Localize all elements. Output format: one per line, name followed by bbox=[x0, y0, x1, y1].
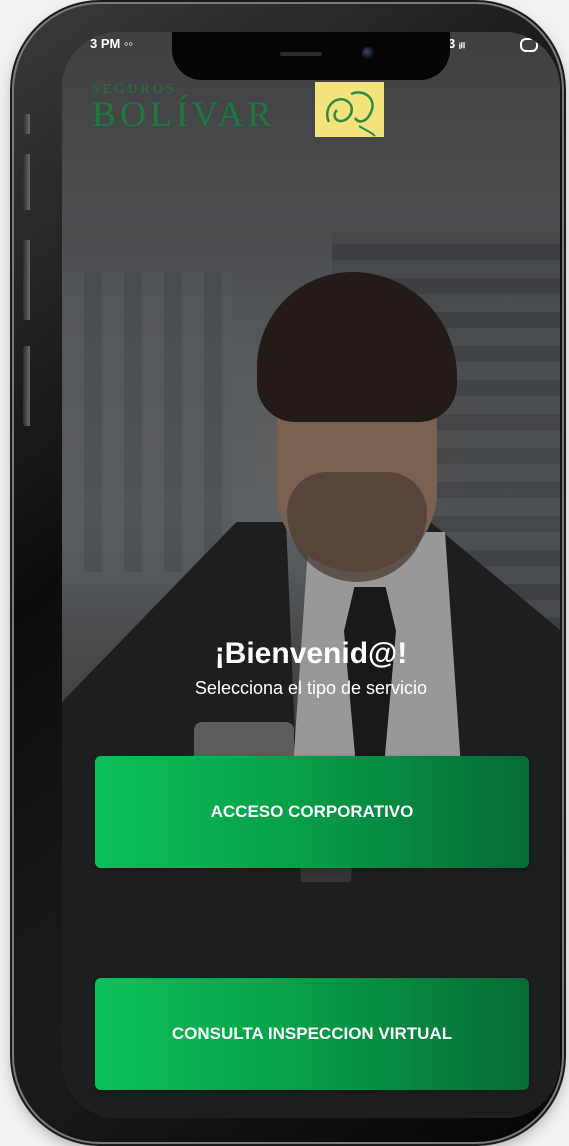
brand-logo: SEGUROS BOLÍVAR bbox=[92, 82, 275, 132]
corporate-access-label: ACCESO CORPORATIVO bbox=[210, 802, 414, 821]
virtual-inspection-button[interactable]: CONSULTA INSPECCION VIRTUAL bbox=[95, 978, 529, 1090]
virtual-inspection-label: CONSULTA INSPECCION VIRTUAL bbox=[171, 1024, 453, 1043]
phone-frame: 3 PM ◦◦ 3 ᵢₗₗ SEGUROS BOLÍVAR ¡Bienvenid… bbox=[14, 4, 562, 1142]
side-button-extra bbox=[23, 346, 30, 426]
phone-notch bbox=[172, 32, 450, 80]
dark-overlay bbox=[62, 32, 560, 1118]
logo-main-text: BOLÍVAR bbox=[92, 94, 276, 134]
battery-icon bbox=[520, 38, 538, 52]
welcome-title: ¡Bienvenid@! bbox=[214, 637, 408, 670]
volume-up-button bbox=[23, 154, 30, 210]
side-button-action bbox=[23, 114, 30, 134]
speaker-grille bbox=[280, 52, 322, 56]
status-signal: 3 ᵢₗₗ bbox=[448, 36, 465, 51]
welcome-subtitle: Selecciona el tipo de servicio bbox=[194, 678, 428, 698]
volume-down-button bbox=[23, 240, 30, 320]
status-time: 3 PM ◦◦ bbox=[90, 36, 134, 51]
front-camera-icon bbox=[362, 47, 374, 59]
corporate-access-button[interactable]: ACCESO CORPORATIVO bbox=[95, 756, 529, 868]
logo-emblem-drawing bbox=[326, 91, 376, 137]
logo-emblem-icon bbox=[315, 82, 384, 137]
app-screen: 3 PM ◦◦ 3 ᵢₗₗ SEGUROS BOLÍVAR ¡Bienvenid… bbox=[62, 32, 560, 1118]
